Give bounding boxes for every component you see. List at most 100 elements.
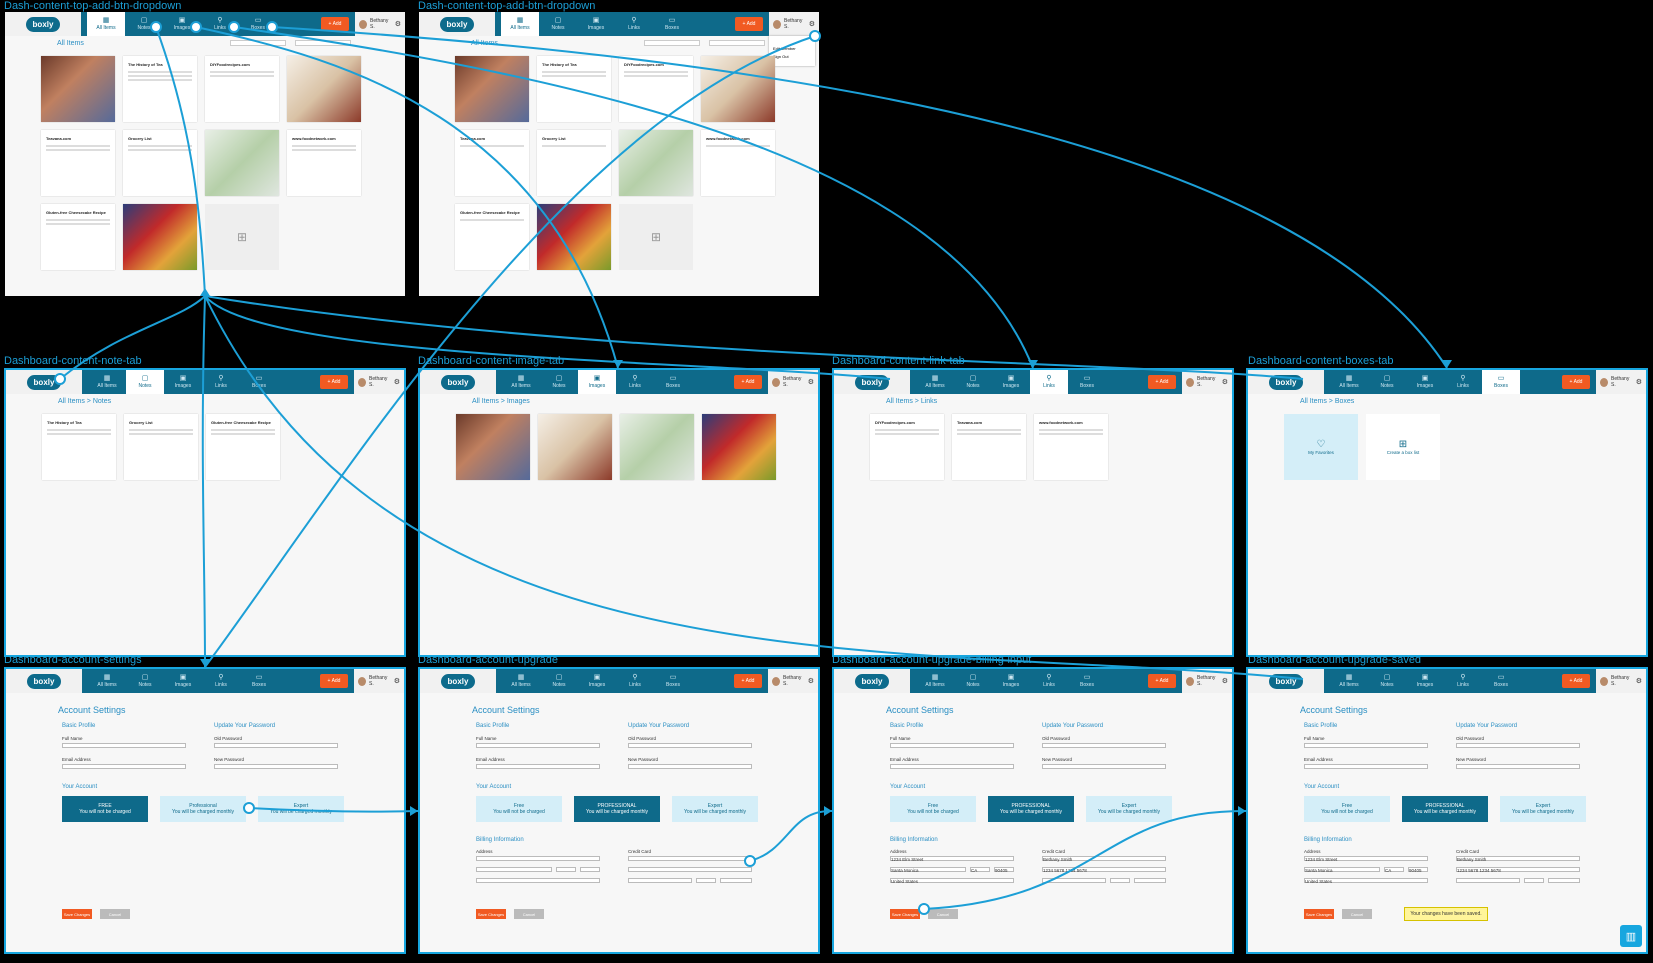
address-input[interactable] bbox=[476, 856, 600, 861]
tab-images[interactable]: ▣ Images bbox=[992, 669, 1030, 693]
tab-links[interactable]: ⚲ Links bbox=[1444, 669, 1482, 693]
link-card[interactable]: www.foodnetwork.com bbox=[701, 130, 775, 196]
tab-boxes[interactable]: ▭ Boxes bbox=[653, 12, 691, 36]
add-button[interactable]: + Add bbox=[735, 17, 763, 31]
new-password-input[interactable] bbox=[628, 764, 752, 769]
old-password-input[interactable] bbox=[1042, 743, 1166, 748]
cancel-button[interactable]: Cancel bbox=[100, 909, 130, 919]
new-password-input[interactable] bbox=[1456, 764, 1580, 769]
user-menu[interactable]: Bethany S. ⚙ bbox=[769, 12, 819, 36]
search-input[interactable] bbox=[295, 40, 351, 46]
country-select[interactable]: United States bbox=[890, 878, 1014, 884]
tab-notes[interactable]: ▢ Notes bbox=[1368, 370, 1406, 394]
logo[interactable]: boxly bbox=[420, 669, 496, 693]
note-card[interactable]: The History of Tea bbox=[537, 56, 611, 122]
city-input[interactable] bbox=[476, 867, 552, 872]
plan-expert[interactable]: Expert You will be charged monthly bbox=[1500, 796, 1586, 822]
tab-links[interactable]: ⚲ Links bbox=[1444, 370, 1482, 394]
tab-all-items[interactable]: ▦ All Items bbox=[87, 12, 125, 36]
expiry-month-select[interactable] bbox=[1456, 878, 1520, 883]
full-name-input[interactable] bbox=[890, 743, 1014, 748]
gear-icon[interactable]: ⚙ bbox=[1636, 378, 1642, 386]
logo[interactable]: boxly bbox=[1248, 370, 1324, 394]
app-watermark-icon[interactable]: ▥ bbox=[1620, 925, 1642, 947]
gear-icon[interactable]: ⚙ bbox=[1636, 677, 1642, 685]
email-input[interactable] bbox=[476, 764, 600, 769]
link-card[interactable]: www.foodnetwork.com bbox=[287, 130, 361, 196]
tab-notes[interactable]: ▢ Notes bbox=[540, 370, 578, 394]
state-select[interactable]: CA bbox=[1384, 867, 1404, 873]
tab-boxes[interactable]: ▭ Boxes bbox=[239, 12, 277, 36]
city-input[interactable]: Santa Monica bbox=[890, 867, 966, 873]
card-number-input[interactable]: 1234 5678 1234 5678 bbox=[1042, 867, 1166, 873]
email-input[interactable] bbox=[62, 764, 186, 769]
user-menu[interactable]: Bethany S. ⚙ bbox=[355, 12, 405, 36]
logo[interactable]: boxly bbox=[5, 12, 81, 36]
image-card[interactable] bbox=[701, 56, 775, 122]
full-name-input[interactable] bbox=[476, 743, 600, 748]
tab-images[interactable]: ▣ Images bbox=[992, 370, 1030, 394]
user-menu[interactable]: Bethany S. ⚙ bbox=[768, 669, 818, 693]
email-input[interactable] bbox=[1304, 764, 1428, 769]
tab-boxes[interactable]: ▭ Boxes bbox=[654, 669, 692, 693]
search-input[interactable] bbox=[709, 40, 765, 46]
tab-boxes[interactable]: ▭ Boxes bbox=[1482, 669, 1520, 693]
save-button[interactable]: Save Changes bbox=[1304, 909, 1334, 919]
cancel-button[interactable]: Cancel bbox=[514, 909, 544, 919]
search-input[interactable] bbox=[230, 40, 286, 46]
image-card[interactable] bbox=[455, 56, 529, 122]
tab-all-items[interactable]: ▦ All Items bbox=[1330, 370, 1368, 394]
cvc-input[interactable] bbox=[720, 878, 752, 883]
gear-icon[interactable]: ⚙ bbox=[394, 677, 400, 685]
plan-free[interactable]: Free You will not be charged bbox=[476, 796, 562, 822]
tab-links[interactable]: ⚲ Links bbox=[616, 669, 654, 693]
tab-all-items[interactable]: ▦ All Items bbox=[1330, 669, 1368, 693]
note-card[interactable]: Gluten-free Cheesecake Recipe bbox=[41, 204, 115, 270]
tab-images[interactable]: ▣ Images bbox=[1406, 370, 1444, 394]
save-button[interactable]: Save Changes bbox=[62, 909, 92, 919]
city-input[interactable]: Santa Monica bbox=[1304, 867, 1380, 873]
save-button[interactable]: Save Changes bbox=[476, 909, 506, 919]
tab-images[interactable]: ▣ Images bbox=[578, 370, 616, 394]
box-favorites[interactable]: ♡ My Favorites bbox=[1284, 414, 1358, 480]
tab-all-items[interactable]: ▦ All Items bbox=[88, 669, 126, 693]
link-card[interactable]: Teavana.com bbox=[952, 414, 1026, 480]
logo[interactable]: boxly bbox=[6, 370, 82, 394]
image-card[interactable] bbox=[620, 414, 694, 480]
user-menu[interactable]: Bethany S. ⚙ bbox=[1182, 370, 1232, 394]
plan-free[interactable]: FREE You will not be charged bbox=[62, 796, 148, 822]
add-button[interactable]: + Add bbox=[1562, 674, 1590, 688]
add-button[interactable]: + Add bbox=[734, 674, 762, 688]
tab-notes[interactable]: ▢ Notes bbox=[126, 370, 164, 394]
image-card[interactable] bbox=[538, 414, 612, 480]
user-menu[interactable]: Bethany S. ⚙ bbox=[354, 669, 404, 693]
add-button[interactable]: + Add bbox=[320, 375, 348, 389]
plan-expert[interactable]: Expert You will be charged monthly bbox=[672, 796, 758, 822]
tab-links[interactable]: ⚲ Links bbox=[615, 12, 653, 36]
tab-all-items[interactable]: ▦ All Items bbox=[88, 370, 126, 394]
tab-boxes[interactable]: ▭ Boxes bbox=[1482, 370, 1520, 394]
tab-links[interactable]: ⚲ Links bbox=[202, 669, 240, 693]
zip-input[interactable] bbox=[580, 867, 600, 872]
gear-icon[interactable]: ⚙ bbox=[809, 20, 815, 28]
link-card[interactable]: Teavana.com bbox=[455, 130, 529, 196]
add-button[interactable]: + Add bbox=[1562, 375, 1590, 389]
tab-images[interactable]: ▣ Images bbox=[164, 669, 202, 693]
email-input[interactable] bbox=[890, 764, 1014, 769]
tab-notes[interactable]: ▢ Notes bbox=[540, 669, 578, 693]
expiry-year-select[interactable] bbox=[1110, 878, 1130, 883]
tab-boxes[interactable]: ▭ Boxes bbox=[654, 370, 692, 394]
plan-professional[interactable]: Professional You will be charged monthly bbox=[160, 796, 246, 822]
image-card[interactable] bbox=[287, 56, 361, 122]
tab-links[interactable]: ⚲ Links bbox=[201, 12, 239, 36]
note-card[interactable]: Grocery List bbox=[124, 414, 198, 480]
link-card[interactable]: www.foodnetwork.com bbox=[1034, 414, 1108, 480]
image-card[interactable] bbox=[702, 414, 776, 480]
link-card[interactable]: DIYFoodrecipes.com bbox=[619, 56, 693, 122]
add-button[interactable]: + Add bbox=[1148, 674, 1176, 688]
tab-boxes[interactable]: ▭ Boxes bbox=[1068, 370, 1106, 394]
state-select[interactable] bbox=[556, 867, 576, 872]
tab-notes[interactable]: ▢ Notes bbox=[126, 669, 164, 693]
gear-icon[interactable]: ⚙ bbox=[394, 378, 400, 386]
tab-notes[interactable]: ▢ Notes bbox=[125, 12, 163, 36]
